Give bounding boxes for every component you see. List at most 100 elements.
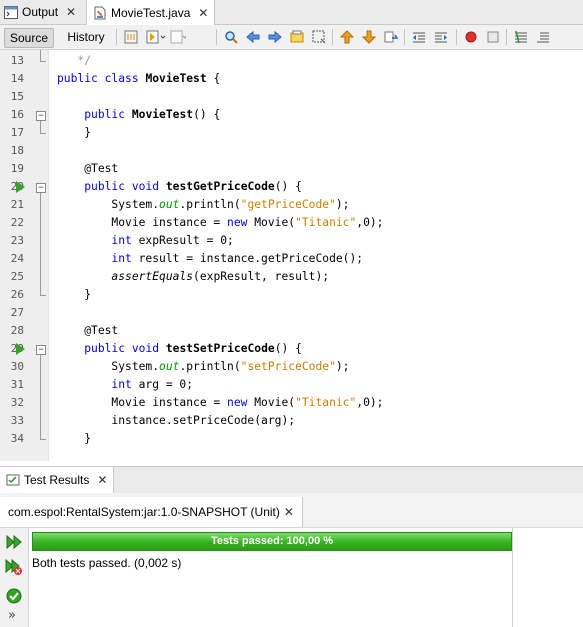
code-line: } xyxy=(57,126,92,139)
uncomment-icon[interactable] xyxy=(536,30,550,44)
terminal-icon xyxy=(4,5,18,19)
line-number: 27 xyxy=(10,306,24,319)
editor-toolbar: Source History xyxy=(0,25,583,50)
java-file-icon xyxy=(94,6,106,19)
back-icon[interactable] xyxy=(146,30,166,44)
test-progress-bar: Tests passed: 100,00 % xyxy=(32,532,512,551)
forward-icon[interactable] xyxy=(170,30,186,44)
line-number: 13 xyxy=(10,54,24,67)
test-session-label: com.espol:RentalSystem:jar:1.0-SNAPSHOT … xyxy=(8,505,280,519)
code-line: assertEquals(expResult, result); xyxy=(111,270,330,283)
toggle-highlight-icon[interactable] xyxy=(290,30,304,44)
code-line: public void testSetPriceCode() { xyxy=(84,342,302,355)
toolbar-separator xyxy=(216,29,217,45)
fold-toggle-icon[interactable]: − xyxy=(36,345,46,355)
toolbar-separator xyxy=(456,29,457,45)
tab-test-results[interactable]: Test Results ✕ xyxy=(0,467,115,493)
code-line: } xyxy=(57,432,92,445)
line-number: 19 xyxy=(10,162,24,175)
toolbar-separator xyxy=(404,29,405,45)
test-session-tab-bar: com.espol:RentalSystem:jar:1.0-SNAPSHOT … xyxy=(0,493,583,528)
line-number: 32 xyxy=(10,396,24,409)
find-prev-icon[interactable] xyxy=(246,30,260,44)
test-summary: Both tests passed. (0,002 s) xyxy=(32,556,182,570)
shift-left-icon[interactable] xyxy=(412,30,426,44)
panel-divider xyxy=(512,528,513,627)
code-line: Movie instance = new Movie("Titanic",0); xyxy=(57,396,384,409)
line-number: 18 xyxy=(10,144,24,157)
code-line: System.out.println("setPriceCode"); xyxy=(57,360,350,373)
test-results-tab-bar: Test Results ✕ xyxy=(0,466,583,494)
code-line: @Test xyxy=(84,162,119,175)
code-line: System.out.println("getPriceCode"); xyxy=(57,198,350,211)
code-line: Movie instance = new Movie("Titanic",0); xyxy=(57,216,384,229)
last-edit-icon[interactable] xyxy=(124,30,138,44)
find-icon[interactable] xyxy=(224,30,238,44)
line-number-gutter: 13 14 15 16 17 18 19 20 21 22 23 24 25 26 27 28 29 30 31 32… xyxy=(0,50,49,461)
tab-movietest-label: MovieTest.java xyxy=(111,5,191,20)
close-icon[interactable]: ✕ xyxy=(198,6,208,20)
source-button[interactable]: Source xyxy=(4,28,54,48)
prev-bookmark-icon[interactable] xyxy=(340,30,354,44)
line-number: 33 xyxy=(10,414,24,427)
line-number: 15 xyxy=(10,90,24,103)
show-passed-icon[interactable] xyxy=(6,588,22,604)
code-line: instance.setPriceCode(arg); xyxy=(57,414,296,427)
find-next-icon[interactable] xyxy=(268,30,282,44)
toolbar-separator xyxy=(332,29,333,45)
line-number: 21 xyxy=(10,198,24,211)
fold-guide xyxy=(40,355,41,439)
code-line: int expResult = 0; xyxy=(111,234,234,247)
select-rect-icon[interactable] xyxy=(312,30,326,44)
line-number: 14 xyxy=(10,72,24,85)
tab-output[interactable]: Output ✕ xyxy=(4,0,76,24)
run-test-icon[interactable] xyxy=(16,343,25,355)
fold-toggle-icon[interactable]: − xyxy=(36,111,46,121)
rerun-icon[interactable] xyxy=(5,534,23,550)
code-line: } xyxy=(57,288,92,301)
line-number: 30 xyxy=(10,360,24,373)
tab-test-session[interactable]: com.espol:RentalSystem:jar:1.0-SNAPSHOT … xyxy=(0,497,303,527)
stop-macro-icon[interactable] xyxy=(486,30,500,44)
tab-movietest-java[interactable]: MovieTest.java ✕ xyxy=(86,0,216,25)
fold-guide-end xyxy=(40,439,46,440)
editor-tab-bar: Output ✕ MovieTest.java ✕ xyxy=(0,0,583,25)
fold-toggle-icon[interactable]: − xyxy=(36,183,46,193)
fold-guide-end xyxy=(40,61,46,62)
code-line: @Test xyxy=(84,324,119,337)
line-number: 22 xyxy=(10,216,24,229)
rerun-failed-icon[interactable] xyxy=(5,558,23,576)
fold-guide-end xyxy=(40,295,46,296)
code-line: */ xyxy=(57,54,92,67)
shift-right-icon[interactable] xyxy=(434,30,448,44)
line-number: 28 xyxy=(10,324,24,337)
close-icon[interactable]: ✕ xyxy=(284,505,294,519)
fold-guide xyxy=(40,121,41,133)
tab-output-label: Output xyxy=(22,5,59,19)
line-number: 23 xyxy=(10,234,24,247)
line-number: 16 xyxy=(10,108,24,121)
line-number: 31 xyxy=(10,378,24,391)
show-more-icon[interactable]: » xyxy=(8,608,16,623)
toggle-bookmark-icon[interactable] xyxy=(384,30,398,44)
fold-guide-end xyxy=(40,133,46,134)
close-icon[interactable]: ✕ xyxy=(97,473,107,487)
test-results-icon xyxy=(6,474,20,486)
next-bookmark-icon[interactable] xyxy=(362,30,376,44)
line-number: 25 xyxy=(10,270,24,283)
code-line: public void testGetPriceCode() { xyxy=(84,180,302,193)
comment-icon[interactable] xyxy=(514,30,528,44)
close-icon[interactable]: ✕ xyxy=(66,5,76,19)
line-number: 26 xyxy=(10,288,24,301)
code-editor[interactable]: */ public class MovieTest { public MovieT… xyxy=(49,50,583,461)
run-test-icon[interactable] xyxy=(16,181,25,193)
code-line: public class MovieTest { xyxy=(57,72,221,85)
tab-test-results-label: Test Results xyxy=(24,473,90,487)
code-line: int result = instance.getPriceCode(); xyxy=(111,252,364,265)
code-line: int arg = 0; xyxy=(111,378,194,391)
line-number: 17 xyxy=(10,126,24,139)
toolbar-separator xyxy=(116,29,117,45)
record-macro-icon[interactable] xyxy=(464,30,478,44)
history-button[interactable]: History xyxy=(62,28,110,46)
test-results-side-toolbar: » xyxy=(0,528,29,627)
